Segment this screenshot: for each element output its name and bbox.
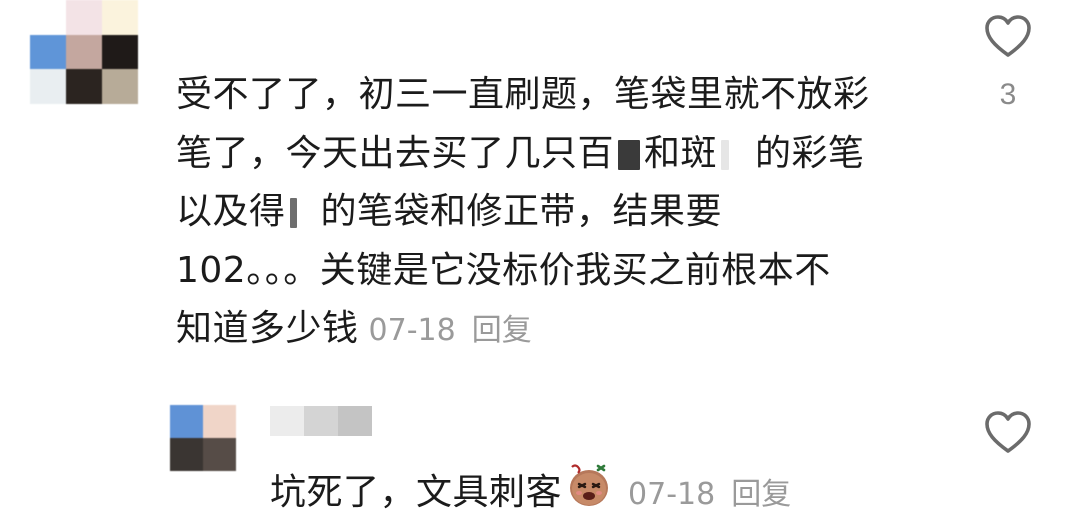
- angry-potato-emoji-icon: [566, 462, 612, 526]
- comment-thread: 受不了了，初三一直刷题，笔袋里就不放彩 笔了，今天出去买了几只百 和斑 的彩笔 以及…: [0, 0, 1080, 527]
- comment-line: 笔了，今天出去买了几只百 和斑 的彩笔: [176, 132, 865, 174]
- comment-date: 07-18: [368, 313, 456, 348]
- comment-line: 受不了了，初三一直刷题，笔袋里就不放彩: [176, 74, 870, 115]
- reply-meta: 07-18 回复: [618, 477, 791, 512]
- heart-outline-icon: [985, 15, 1031, 57]
- comment-line: 102。。。关键是它没标价我买之前根本不: [176, 249, 831, 291]
- censor-mark: [289, 198, 297, 228]
- comment-body: 受不了了，初三一直刷题，笔袋里就不放彩 笔了，今天出去买了几只百 和斑 的彩笔 以及…: [176, 66, 936, 359]
- reply-like-button[interactable]: [978, 410, 1038, 454]
- comment-line: 知道多少钱 07-18 回复: [176, 308, 532, 349]
- reply-avatar[interactable]: [170, 405, 236, 471]
- comment-meta: 07-18 回复: [359, 313, 532, 348]
- censor-mark: [618, 139, 641, 170]
- avatar[interactable]: [30, 0, 138, 104]
- reply-username-placeholder: [270, 406, 372, 436]
- reply-button[interactable]: 回复: [472, 313, 532, 348]
- like-button[interactable]: 3: [978, 14, 1038, 112]
- like-count: 3: [999, 78, 1017, 111]
- comment-line: 以及得 的笔袋和修正带，结果要: [176, 191, 723, 232]
- censor-mark: [721, 139, 730, 170]
- heart-outline-icon: [985, 411, 1031, 453]
- reply-body: 坑死了，文具刺客 07-18 回复: [270, 462, 791, 526]
- reply-text: 坑死了，文具刺客: [270, 472, 563, 513]
- reply-reply-button[interactable]: 回复: [731, 477, 791, 512]
- reply-date: 07-18: [628, 477, 716, 512]
